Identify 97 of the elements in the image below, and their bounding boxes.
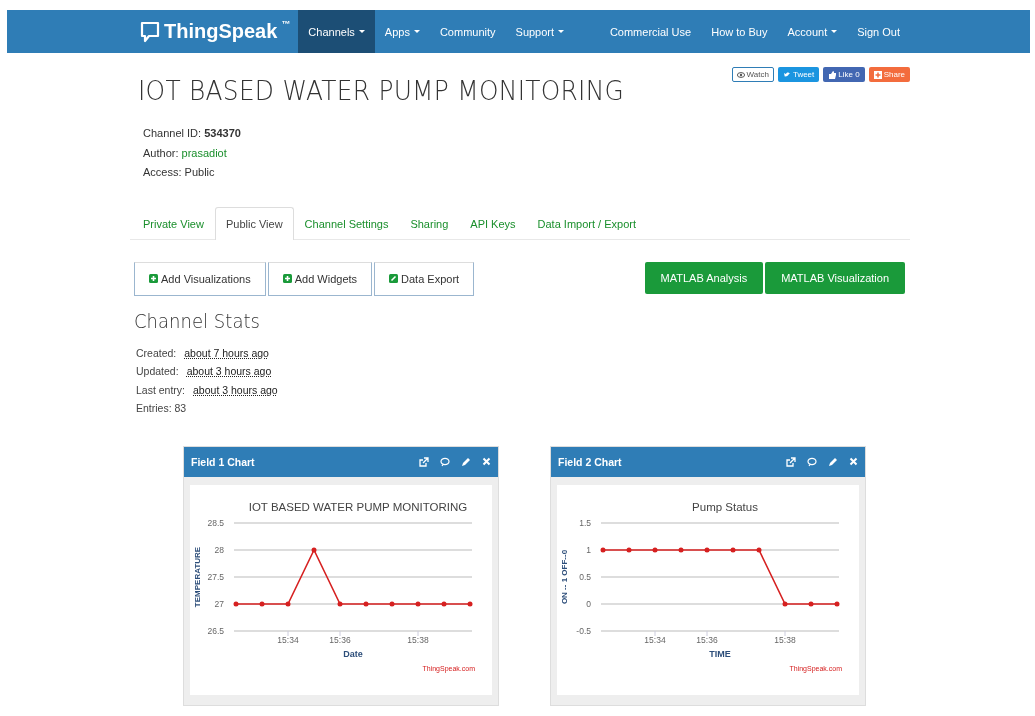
card-title: Field 2 Chart [558, 455, 622, 468]
data-point [337, 601, 343, 606]
data-point [704, 547, 710, 552]
tab[interactable]: Sharing [399, 206, 460, 240]
stat-label: Last entry: [136, 382, 186, 398]
tab[interactable]: Data Import / Export [526, 206, 647, 240]
data-point [756, 547, 762, 552]
axis-title: Date [343, 648, 363, 659]
tab[interactable]: API Keys [459, 206, 527, 240]
trademark: ™ [281, 19, 291, 29]
section-heading: Channel Stats [134, 309, 261, 332]
pencil-icon [461, 456, 471, 467]
channel-info-line: Channel ID: 534370 [143, 126, 242, 141]
tick-label: 26.5 [207, 625, 224, 636]
nav-link[interactable]: How to Buy [701, 10, 778, 53]
channel-info-line: Author: prasadiot [143, 145, 228, 161]
tick-label: 0 [586, 598, 591, 609]
tick-label: 15:36 [329, 634, 351, 645]
data-point [363, 601, 369, 606]
comment-icon [807, 456, 817, 467]
data-point [285, 601, 291, 606]
tick-label: 15:34 [644, 634, 666, 645]
popout-icon [419, 456, 429, 467]
action-button[interactable]: Add Visualizations [134, 261, 266, 296]
tick-label: 27.5 [207, 571, 224, 582]
data-point [730, 547, 736, 552]
nav-link[interactable]: Account [777, 10, 848, 53]
nav-link[interactable]: Sign Out [847, 10, 910, 53]
matlab-button[interactable]: MATLAB Visualization [765, 261, 905, 294]
card-title: Field 1 Chart [191, 455, 255, 468]
data-point [834, 601, 840, 606]
tab[interactable]: Public View [214, 206, 294, 240]
brand-name[interactable]: ThingSpeak [164, 20, 278, 43]
nav-link[interactable]: Support [505, 10, 575, 53]
stat-label: Entries: 83 [136, 401, 187, 416]
action-button[interactable]: Data Export [374, 261, 475, 296]
like-button[interactable]: Like 0 [823, 67, 865, 82]
tick-label: 27 [214, 598, 224, 609]
plus-icon [149, 274, 158, 283]
axis-title: ON -- 1 OFF--0 [560, 549, 569, 604]
stat-label: Created: [136, 345, 177, 361]
data-point [233, 601, 239, 606]
nav-link[interactable]: Apps [374, 10, 430, 53]
author-link[interactable]: prasadiot [181, 146, 227, 159]
tick-label: 1 [586, 544, 591, 555]
matlab-button[interactable]: MATLAB Analysis [644, 261, 764, 294]
thumbs-up-icon [828, 70, 837, 79]
axis-title: TIME [709, 648, 731, 659]
eye-icon [736, 70, 745, 79]
channel-info-line: Access: Public [143, 165, 216, 180]
tick-label: 0.5 [579, 571, 591, 582]
data-point [441, 601, 447, 606]
plus-icon [873, 70, 882, 79]
data-point [467, 601, 473, 606]
data-point [259, 601, 265, 606]
nav-link[interactable]: Community [429, 10, 506, 53]
data-point [600, 547, 606, 552]
channel-title: IOT BASED WATER PUMP MONITORING [138, 75, 625, 106]
pencil-icon [389, 274, 399, 283]
tick-label: 1.5 [579, 517, 591, 528]
popout-icon [786, 456, 796, 467]
stat-value: about 3 hours ago [193, 382, 278, 398]
data-point [652, 547, 658, 552]
comment-icon [440, 456, 450, 467]
data-point [782, 601, 788, 606]
speech-bubble-icon [140, 20, 160, 43]
nav-link[interactable]: Commercial Use [599, 10, 702, 53]
share-button[interactable]: Share [868, 67, 910, 82]
stat-value: about 3 hours ago [186, 364, 272, 379]
nav-link[interactable]: Channels [298, 10, 375, 53]
tick-label: -0.5 [576, 625, 591, 636]
stat-value: about 7 hours ago [184, 345, 269, 361]
tweet-button[interactable]: Tweet [777, 67, 820, 82]
data-point [678, 547, 684, 552]
pencil-icon [828, 456, 838, 467]
tab[interactable]: Channel Settings [293, 206, 400, 240]
stat-label: Updated: [136, 364, 179, 379]
tick-label: 15:38 [774, 634, 796, 645]
data-point [808, 601, 814, 606]
chart-title: Pump Status [692, 500, 758, 513]
tick-label: 28 [214, 544, 224, 555]
chart-title: IOT BASED WATER PUMP MONITORING [248, 500, 468, 513]
tick-label: 28.5 [207, 517, 224, 528]
tick-label: 15:38 [407, 634, 429, 645]
axis-title: TEMPERATURE [193, 546, 202, 607]
close-icon [482, 457, 491, 466]
data-point [389, 601, 395, 606]
tick-label: 15:36 [696, 634, 718, 645]
plus-icon [282, 274, 292, 283]
watch-button[interactable]: Watch [731, 67, 774, 82]
data-point [311, 547, 317, 552]
tick-label: 15:34 [277, 634, 299, 645]
action-button[interactable]: Add Widgets [267, 261, 373, 296]
data-point [415, 601, 421, 606]
data-point [626, 547, 632, 552]
close-icon [849, 457, 858, 466]
tab[interactable]: Private View [132, 206, 215, 240]
